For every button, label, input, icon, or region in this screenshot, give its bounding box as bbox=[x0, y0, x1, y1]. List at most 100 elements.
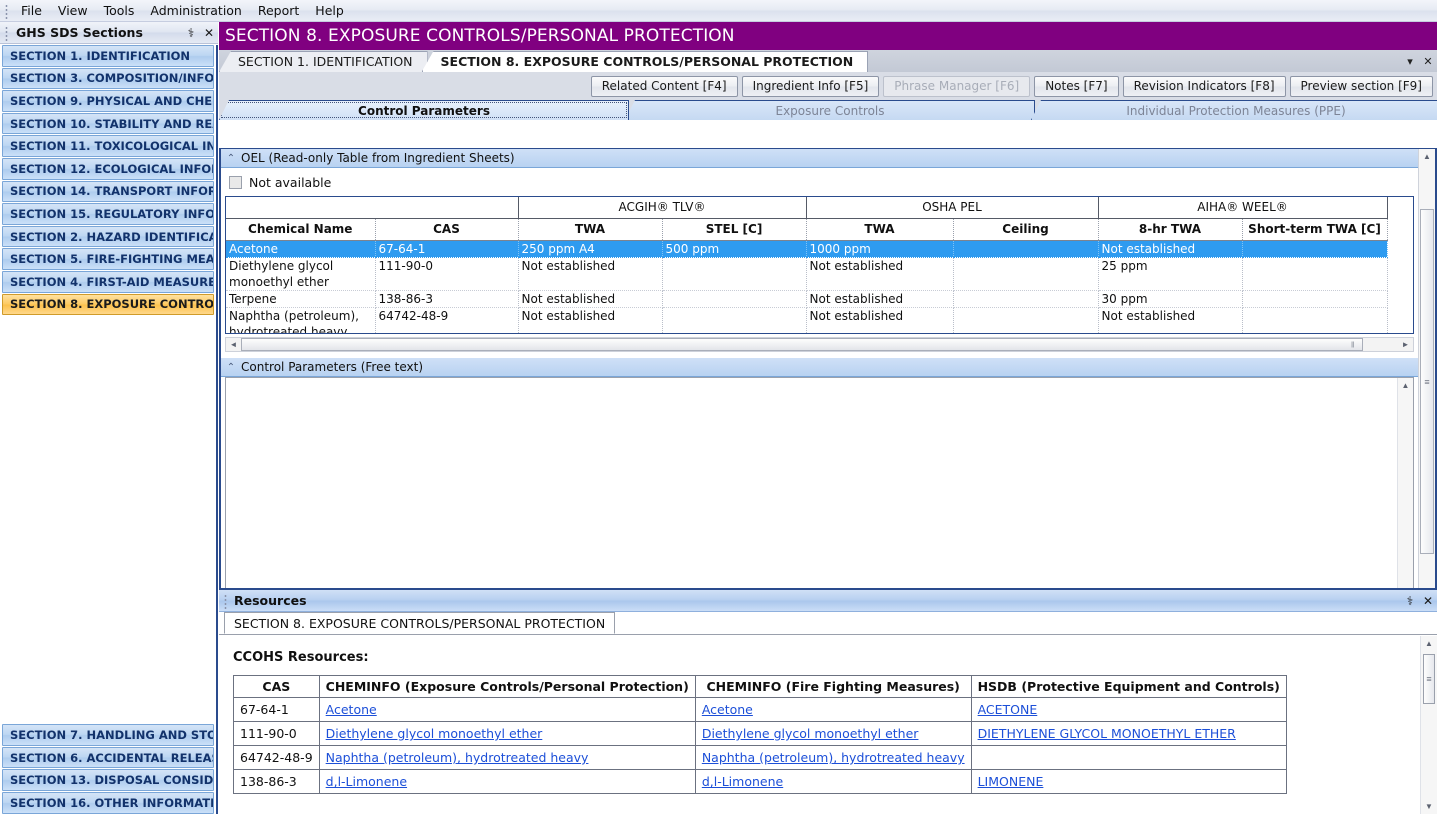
sidebar-item-section-6[interactable]: SECTION 6. ACCIDENTAL RELEAS... bbox=[2, 746, 214, 769]
sidebar-item-section-2[interactable]: SECTION 2. HAZARD IDENTIFICA... bbox=[2, 225, 214, 248]
res-cell-hsdb: DIETHYLENE GLYCOL MONOETHYL ETHER bbox=[970, 721, 1287, 746]
resources-drag-grip[interactable] bbox=[222, 592, 230, 609]
hscroll-thumb[interactable] bbox=[241, 338, 1364, 351]
resource-link[interactable]: Naphtha (petroleum), hydrotreated heavy bbox=[702, 750, 965, 765]
resource-link[interactable]: Diethylene glycol monoethyl ether bbox=[326, 726, 543, 741]
close-icon[interactable]: ✕ bbox=[200, 26, 218, 40]
notes-button[interactable]: Notes [F7] bbox=[1034, 75, 1119, 97]
table-row[interactable]: Terpene 138-86-3 Not established Not est… bbox=[226, 290, 1388, 308]
oel-col-osha-ceiling[interactable]: Ceiling bbox=[953, 218, 1099, 241]
section-toolbar: Related Content [F4] Ingredient Info [F5… bbox=[219, 72, 1437, 100]
revision-indicators-button[interactable]: Revision Indicators [F8] bbox=[1122, 75, 1286, 97]
sidebar-item-section-9[interactable]: SECTION 9. PHYSICAL AND CHEM... bbox=[2, 90, 214, 112]
cell-acgih-stel bbox=[662, 290, 807, 308]
collapse-icon[interactable]: ⌃ bbox=[221, 362, 241, 373]
cell-osha-ceiling bbox=[953, 257, 1099, 291]
sidebar-item-section-8[interactable]: SECTION 8. EXPOSURE CONTROL... bbox=[2, 293, 214, 316]
preview-section-button[interactable]: Preview section [F9] bbox=[1289, 75, 1433, 97]
sidebar-item-section-5[interactable]: SECTION 5. FIRE-FIGHTING MEA... bbox=[2, 248, 214, 270]
resource-link[interactable]: Diethylene glycol monoethyl ether bbox=[702, 726, 919, 741]
sidebar-item-section-14[interactable]: SECTION 14. TRANSPORT INFOR... bbox=[2, 180, 214, 203]
tab-individual-protection-measures[interactable]: Individual Protection Measures (PPE) bbox=[1031, 100, 1437, 120]
resources-tab-section-8[interactable]: SECTION 8. EXPOSURE CONTROLS/PERSONAL PR… bbox=[224, 612, 616, 634]
sidebar-item-section-11[interactable]: SECTION 11. TOXICOLOGICAL IN... bbox=[2, 135, 214, 157]
resource-link[interactable]: Acetone bbox=[326, 702, 377, 717]
pin-icon[interactable]: ⚕ bbox=[182, 26, 200, 40]
not-available-checkbox[interactable] bbox=[229, 175, 242, 189]
resource-link[interactable]: d,l-Limonene bbox=[326, 774, 407, 789]
menu-item-file[interactable]: File bbox=[13, 1, 50, 20]
ingredient-info-button[interactable]: Ingredient Info [F5] bbox=[741, 75, 880, 97]
resource-link[interactable]: Naphtha (petroleum), hydrotreated heavy bbox=[326, 750, 589, 765]
sidebar-item-section-7[interactable]: SECTION 7. HANDLING AND STO... bbox=[2, 724, 214, 746]
pin-icon[interactable]: ⚕ bbox=[1401, 594, 1419, 608]
cell-chemical-name: Naphtha (petroleum), hydrotreated heavy bbox=[226, 307, 376, 333]
tab-section-1-identification[interactable]: SECTION 1. IDENTIFICATION bbox=[219, 51, 428, 72]
scroll-up-icon[interactable]: ▲ bbox=[1398, 378, 1413, 393]
scroll-down-icon[interactable]: ▼ bbox=[1421, 799, 1437, 814]
resources-vertical-scrollbar[interactable]: ▲ ▼ bbox=[1420, 636, 1437, 814]
hscroll-track[interactable] bbox=[241, 338, 1398, 351]
menu-drag-grip[interactable] bbox=[3, 2, 11, 19]
resources-header-row: CAS CHEMINFO (Exposure Controls/Personal… bbox=[233, 675, 1287, 698]
oel-group-osha: OSHA PEL bbox=[806, 197, 1099, 219]
scroll-right-icon[interactable]: ► bbox=[1398, 338, 1413, 351]
sidebar-item-section-10[interactable]: SECTION 10. STABILITY AND REA... bbox=[2, 112, 214, 135]
table-row[interactable]: Diethylene glycol monoethyl ether 111-90… bbox=[226, 257, 1388, 291]
sidebar-item-section-4[interactable]: SECTION 4. FIRST-AID MEASURES bbox=[2, 270, 214, 293]
oel-horizontal-scrollbar[interactable]: ◄ ► bbox=[225, 337, 1414, 352]
scroll-up-icon[interactable]: ▲ bbox=[1421, 636, 1437, 651]
oel-col-chemical-name[interactable]: Chemical Name bbox=[226, 218, 376, 241]
section-scroll-thumb[interactable] bbox=[1420, 209, 1434, 554]
sidebar-item-section-1[interactable]: SECTION 1. IDENTIFICATION bbox=[2, 45, 214, 67]
resource-link[interactable]: ACETONE bbox=[978, 702, 1038, 717]
menu-item-help[interactable]: Help bbox=[307, 1, 352, 20]
menu-item-report[interactable]: Report bbox=[250, 1, 307, 20]
table-row[interactable]: Naphtha (petroleum), hydrotreated heavy … bbox=[226, 307, 1388, 333]
oel-col-aiha-short-term[interactable]: Short-term TWA [C] bbox=[1242, 218, 1388, 241]
cell-chemical-name: Terpene bbox=[226, 290, 376, 308]
menu-item-view[interactable]: View bbox=[50, 1, 96, 20]
oel-group-blank bbox=[226, 197, 519, 219]
left-panel-drag-grip[interactable] bbox=[3, 24, 11, 41]
sidebar-item-section-16[interactable]: SECTION 16. OTHER INFORMATI... bbox=[2, 791, 214, 814]
oel-col-acgih-twa[interactable]: TWA bbox=[518, 218, 663, 241]
tab-section-8-exposure-controls[interactable]: SECTION 8. EXPOSURE CONTROLS/PERSONAL PR… bbox=[421, 51, 869, 72]
resource-link[interactable]: Acetone bbox=[702, 702, 753, 717]
cell-acgih-stel bbox=[662, 257, 807, 291]
oel-col-acgih-stel[interactable]: STEL [C] bbox=[662, 218, 807, 241]
sidebar-item-section-3[interactable]: SECTION 3. COMPOSITION/INFO... bbox=[2, 67, 214, 90]
chevron-down-icon[interactable]: ▾ bbox=[1401, 55, 1419, 68]
table-row: 64742-48-9 Naphtha (petroleum), hydrotre… bbox=[233, 745, 1287, 770]
res-cell-cas: 111-90-0 bbox=[233, 721, 320, 746]
cell-acgih-twa: Not established bbox=[518, 290, 663, 308]
free-text-group-title: Control Parameters (Free text) bbox=[241, 360, 424, 374]
oel-table: ACGIH® TLV® OSHA PEL AIHA® WEEL® Chemica… bbox=[226, 197, 1388, 333]
related-content-button[interactable]: Related Content [F4] bbox=[590, 75, 738, 97]
oel-col-osha-twa[interactable]: TWA bbox=[806, 218, 954, 241]
menu-item-tools[interactable]: Tools bbox=[96, 1, 143, 20]
tab-control-parameters[interactable]: Control Parameters bbox=[219, 100, 629, 120]
tab-exposure-controls[interactable]: Exposure Controls bbox=[625, 100, 1035, 120]
close-icon[interactable]: ✕ bbox=[1419, 594, 1437, 608]
table-row[interactable]: Acetone 67-64-1 250 ppm A4 500 ppm 1000 … bbox=[226, 240, 1388, 258]
cell-cas: 64742-48-9 bbox=[375, 307, 519, 333]
oel-col-aiha-8hr-twa[interactable]: 8-hr TWA bbox=[1098, 218, 1243, 241]
close-tab-icon[interactable]: ✕ bbox=[1419, 55, 1437, 68]
scroll-left-icon[interactable]: ◄ bbox=[226, 338, 241, 351]
res-cell-cas: 67-64-1 bbox=[233, 697, 320, 722]
menu-item-administration[interactable]: Administration bbox=[142, 1, 249, 20]
scroll-up-icon[interactable]: ▲ bbox=[1419, 149, 1435, 164]
sidebar-item-section-15[interactable]: SECTION 15. REGULATORY INFO... bbox=[2, 203, 214, 225]
resource-link[interactable]: LIMONENE bbox=[978, 774, 1044, 789]
sidebar-item-section-12[interactable]: SECTION 12. ECOLOGICAL INFOR... bbox=[2, 157, 214, 180]
cell-cas: 67-64-1 bbox=[375, 240, 519, 258]
res-cell-cheminfo-fire: Acetone bbox=[694, 697, 972, 722]
collapse-icon[interactable]: ⌃ bbox=[221, 153, 241, 164]
cell-osha-ceiling bbox=[953, 240, 1099, 258]
resources-scroll-thumb[interactable] bbox=[1423, 654, 1435, 704]
resource-link[interactable]: d,l-Limonene bbox=[702, 774, 783, 789]
oel-col-cas[interactable]: CAS bbox=[375, 218, 519, 241]
resource-link[interactable]: DIETHYLENE GLYCOL MONOETHYL ETHER bbox=[978, 726, 1236, 741]
sidebar-item-section-13[interactable]: SECTION 13. DISPOSAL CONSIDE... bbox=[2, 769, 214, 791]
